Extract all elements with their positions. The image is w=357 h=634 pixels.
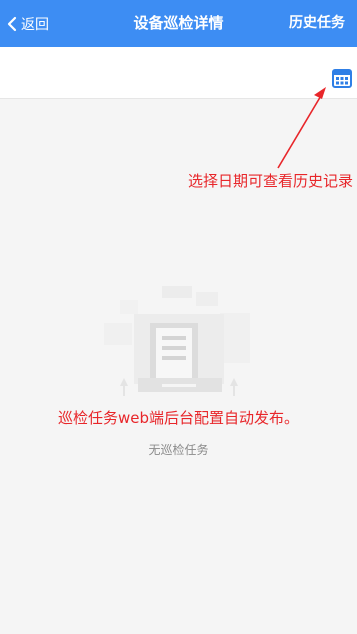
- empty-state-message: 无巡检任务: [148, 443, 209, 457]
- calendar-icon: [332, 69, 352, 88]
- history-tasks-button[interactable]: 历史任务: [289, 0, 345, 47]
- config-hint-annotation: 巡检任务web端后台配置自动发布。: [57, 409, 300, 427]
- empty-document-icon: [104, 286, 250, 396]
- date-filter-bar: [0, 47, 357, 99]
- calendar-button[interactable]: [331, 67, 353, 89]
- calendar-hint-annotation: 选择日期可查看历史记录: [188, 172, 354, 190]
- top-navigation-bar: 返回 设备巡检详情 历史任务: [0, 0, 357, 47]
